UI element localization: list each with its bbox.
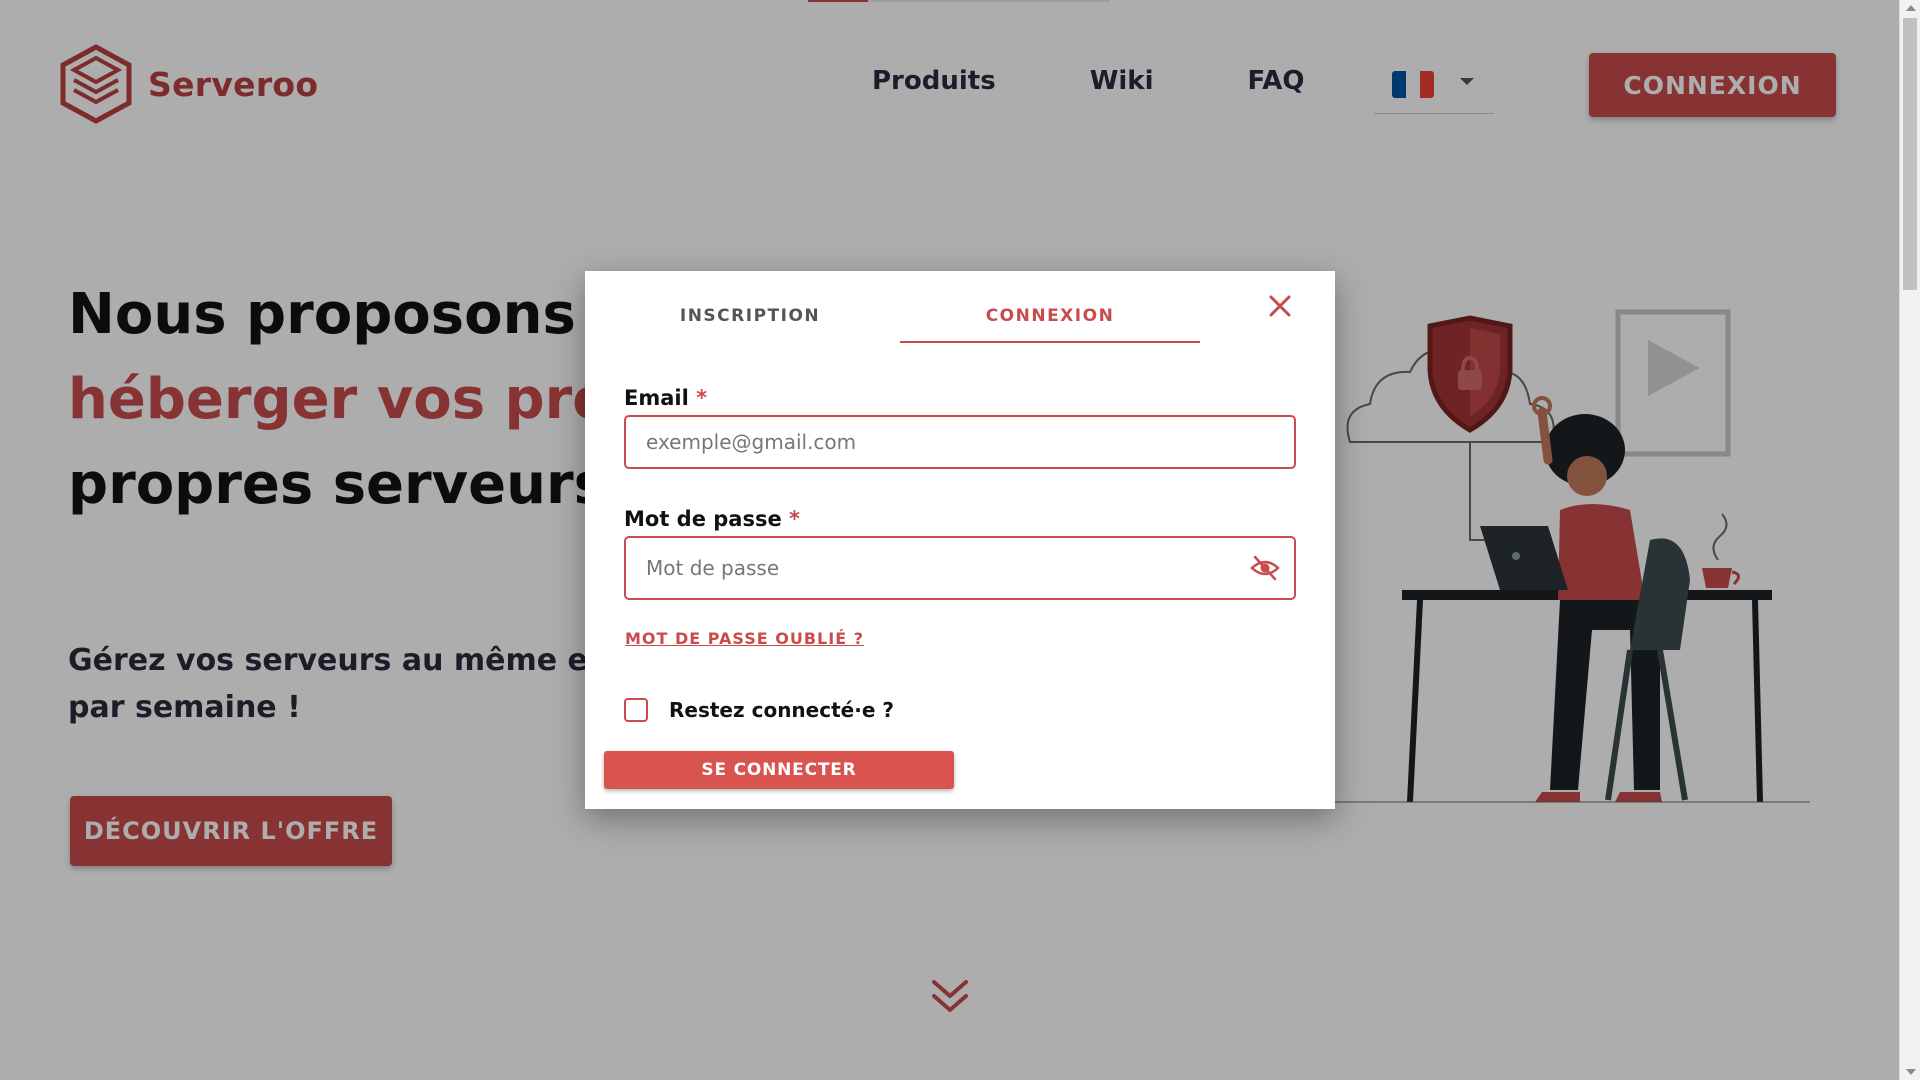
modal-tabs: INSCRIPTION CONNEXION: [600, 289, 1200, 343]
scroll-up-arrow-icon[interactable]: [1906, 5, 1916, 11]
remember-me-label[interactable]: Restez connecté·e ?: [669, 698, 894, 722]
landing-page: Serveroo Produits Wiki FAQ CONNEXION Nou…: [0, 0, 1899, 1080]
password-input[interactable]: [624, 536, 1296, 600]
forgot-password-link[interactable]: MOT DE PASSE OUBLIÉ ?: [625, 629, 864, 648]
required-mark: *: [789, 507, 801, 531]
scrollbar-thumb[interactable]: [1903, 18, 1917, 290]
scroll-down-arrow-icon[interactable]: [1906, 1069, 1916, 1075]
email-label: Email *: [624, 386, 707, 410]
email-label-text: Email: [624, 386, 689, 410]
password-label-text: Mot de passe: [624, 507, 782, 531]
eye-off-icon[interactable]: [1250, 555, 1280, 581]
tab-connexion[interactable]: CONNEXION: [900, 289, 1200, 343]
page-scrollbar[interactable]: [1899, 0, 1920, 1080]
password-label: Mot de passe *: [624, 507, 800, 531]
remember-me-checkbox[interactable]: [624, 698, 648, 722]
submit-login-button[interactable]: SE CONNECTER: [604, 751, 954, 789]
required-mark: *: [696, 386, 708, 410]
tab-inscription[interactable]: INSCRIPTION: [600, 289, 900, 343]
email-input[interactable]: [624, 415, 1296, 469]
close-icon[interactable]: [1265, 291, 1295, 321]
login-modal: INSCRIPTION CONNEXION Email * Mot de pas…: [585, 271, 1335, 809]
